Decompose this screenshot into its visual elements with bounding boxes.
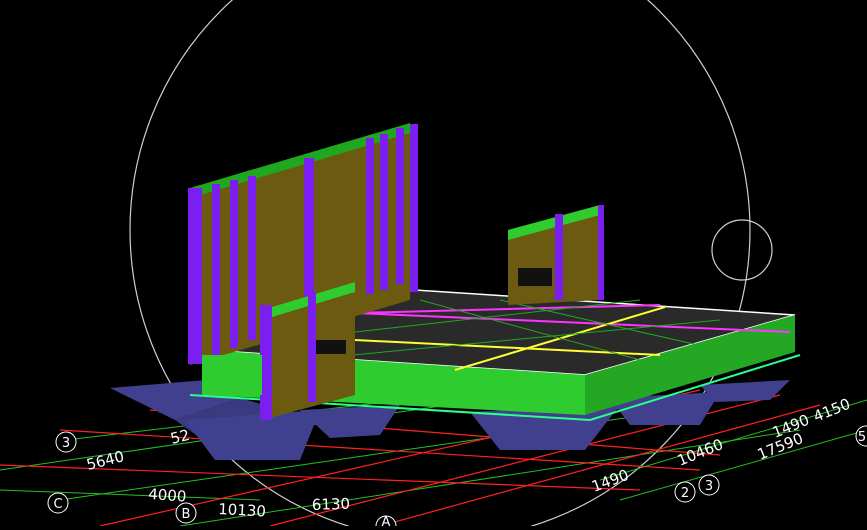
dimension-10460: 10460: [675, 435, 726, 470]
axis-bubble-left-3[interactable]: 3: [55, 431, 77, 453]
svg-text:2: 2: [681, 486, 689, 501]
axis-bubble-left-c[interactable]: C: [47, 492, 69, 514]
svg-text:3: 3: [62, 436, 70, 451]
axis-bubble-right-edge-5[interactable]: 5: [855, 425, 867, 447]
axis-bubble-left-b[interactable]: B: [175, 502, 197, 524]
dimension-10130: 10130: [218, 500, 267, 520]
axis-bubble-bottom-a[interactable]: A: [375, 515, 397, 530]
right-wall[interactable]: [508, 205, 604, 305]
svg-text:3: 3: [705, 479, 713, 494]
dimension-6130: 6130: [312, 495, 351, 514]
svg-text:A: A: [382, 515, 391, 526]
model-canvas[interactable]: 3 C B A 2 3 5 5640 4000 10130 6130 52 14…: [0, 0, 867, 530]
3d-model-viewport[interactable]: 3 C B A 2 3 5 5640 4000 10130 6130 52 14…: [0, 0, 867, 530]
axis-bubble-right-3[interactable]: 3: [698, 474, 720, 496]
orbit-handle-icon[interactable]: [711, 219, 773, 281]
dimension-4150: 4150: [811, 395, 853, 426]
dimension-4000: 4000: [148, 485, 187, 506]
svg-text:C: C: [53, 497, 62, 512]
svg-text:B: B: [182, 507, 191, 522]
svg-text:5: 5: [858, 430, 866, 445]
axis-bubble-right-2[interactable]: 2: [674, 481, 696, 503]
dimension-1490-lower: 1490: [589, 466, 631, 496]
